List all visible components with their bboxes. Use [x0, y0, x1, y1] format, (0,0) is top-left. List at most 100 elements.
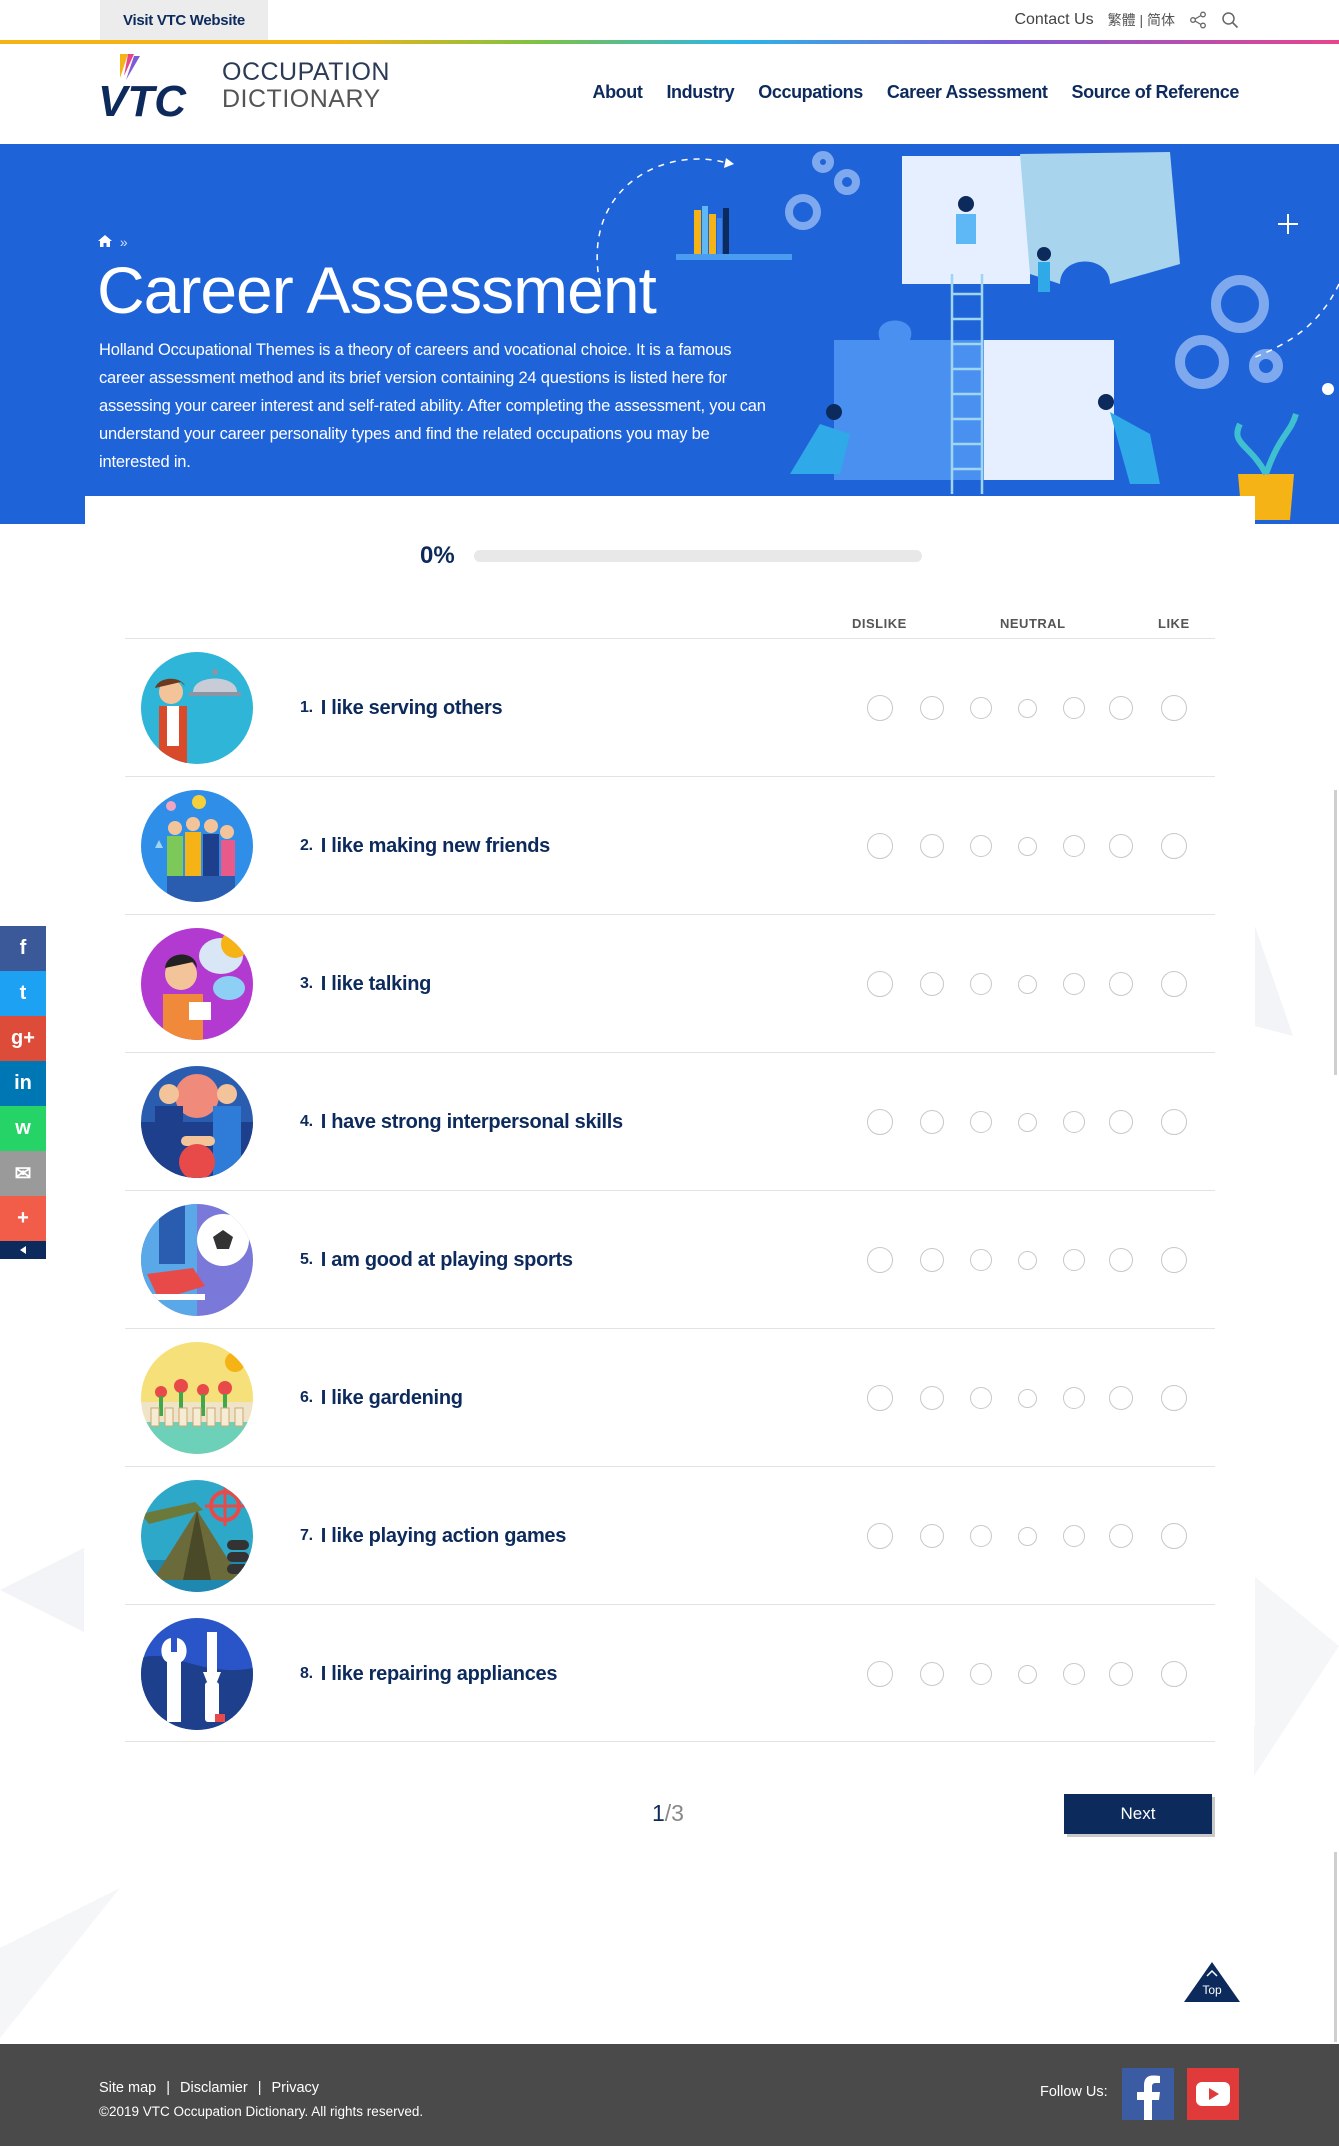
visit-vtc-website-link[interactable]: Visit VTC Website — [100, 0, 268, 40]
rating-radio-neutral[interactable] — [1017, 698, 1037, 718]
home-icon[interactable] — [98, 234, 116, 250]
rating-radio-dislike-slight[interactable] — [970, 973, 992, 995]
rating-radio-neutral[interactable] — [1017, 1388, 1037, 1408]
share-icon[interactable] — [1189, 11, 1207, 29]
rating-radio-like-slight[interactable] — [1063, 1663, 1085, 1685]
question-number: 2. — [300, 837, 313, 854]
footer-privacy-link[interactable]: Privacy — [271, 2080, 319, 2096]
rating-radio-like-strong[interactable] — [1161, 971, 1187, 997]
rating-radio-like-slight[interactable] — [1063, 973, 1085, 995]
google-plus-icon: g+ — [11, 1027, 35, 1049]
rating-radio-like-slight[interactable] — [1063, 1525, 1085, 1547]
rating-radio-dislike-strong[interactable] — [867, 1247, 893, 1273]
question-text: 8. I like repairing appliances — [300, 1605, 558, 1743]
rating-radio-neutral[interactable] — [1017, 836, 1037, 856]
rating-radio-dislike-strong[interactable] — [867, 695, 893, 721]
rating-radio-like-slight[interactable] — [1063, 1249, 1085, 1271]
rating-radio-like-strong[interactable] — [1161, 833, 1187, 859]
rating-radio-dislike[interactable] — [920, 834, 944, 858]
lang-traditional-link[interactable]: 繁體 — [1108, 12, 1136, 28]
rating-radio-like-slight[interactable] — [1063, 1111, 1085, 1133]
rating-radio-like-strong[interactable] — [1161, 1247, 1187, 1273]
rating-radio-like[interactable] — [1109, 1662, 1133, 1686]
rating-radio-like[interactable] — [1109, 972, 1133, 996]
rating-radio-like[interactable] — [1109, 1248, 1133, 1272]
whatsapp-icon: w — [15, 1117, 31, 1139]
rating-radio-dislike-slight[interactable] — [970, 1111, 992, 1133]
nav-about[interactable]: About — [592, 82, 642, 103]
rating-radio-like-slight[interactable] — [1063, 1387, 1085, 1409]
scrollbar-thumb[interactable] — [1334, 790, 1337, 1075]
youtube-follow-button[interactable] — [1187, 2068, 1239, 2120]
rating-radio-dislike[interactable] — [920, 696, 944, 720]
page-title: Career Assessment — [97, 253, 657, 327]
rating-radio-dislike[interactable] — [920, 1386, 944, 1410]
rating-radio-dislike[interactable] — [920, 1662, 944, 1686]
question-number: 3. — [300, 975, 313, 992]
share-email-button[interactable]: ✉ — [0, 1151, 46, 1196]
rating-radio-neutral[interactable] — [1017, 1664, 1037, 1684]
rating-radio-like-slight[interactable] — [1063, 697, 1085, 719]
rating-radio-dislike[interactable] — [920, 1524, 944, 1548]
rating-radio-dislike[interactable] — [920, 1110, 944, 1134]
rating-radio-like[interactable] — [1109, 696, 1133, 720]
share-facebook-button[interactable]: f — [0, 926, 46, 971]
rating-radio-like[interactable] — [1109, 1524, 1133, 1548]
lang-simplified-link[interactable]: 简体 — [1147, 12, 1175, 28]
back-to-top-label: Top — [1202, 1983, 1222, 1997]
rating-radio-like[interactable] — [1109, 834, 1133, 858]
rating-radio-dislike-strong[interactable] — [867, 833, 893, 859]
question-label: I have strong interpersonal skills — [320, 1110, 623, 1133]
rating-radio-neutral[interactable] — [1017, 1112, 1037, 1132]
rating-radio-neutral[interactable] — [1017, 1250, 1037, 1270]
page-total: /3 — [664, 1800, 684, 1826]
rating-radio-dislike-slight[interactable] — [970, 835, 992, 857]
scrollbar-thumb[interactable] — [1334, 1852, 1337, 2042]
rating-radio-neutral[interactable] — [1017, 1526, 1037, 1546]
share-twitter-button[interactable]: t — [0, 971, 46, 1016]
back-to-top-button[interactable]: Top — [1184, 1962, 1240, 2006]
rating-radio-like-strong[interactable] — [1161, 1109, 1187, 1135]
rating-radio-like-strong[interactable] — [1161, 1661, 1187, 1687]
nav-career-assessment[interactable]: Career Assessment — [887, 82, 1048, 103]
rating-radio-dislike-slight[interactable] — [970, 697, 992, 719]
rating-radio-dislike-strong[interactable] — [867, 971, 893, 997]
rating-radio-like[interactable] — [1109, 1386, 1133, 1410]
question-text: 6. I like gardening — [300, 1329, 463, 1467]
rating-radio-dislike[interactable] — [920, 1248, 944, 1272]
collapse-share-bar-button[interactable] — [0, 1241, 46, 1259]
share-more-button[interactable]: + — [0, 1196, 46, 1241]
rating-radio-dislike-strong[interactable] — [867, 1661, 893, 1687]
rating-radio-like-strong[interactable] — [1161, 1385, 1187, 1411]
rating-radio-dislike-strong[interactable] — [867, 1109, 893, 1135]
rating-radio-like-slight[interactable] — [1063, 835, 1085, 857]
rating-radio-dislike-strong[interactable] — [867, 1523, 893, 1549]
rating-radio-neutral[interactable] — [1017, 974, 1037, 994]
search-icon[interactable] — [1221, 11, 1239, 29]
rating-radio-like-strong[interactable] — [1161, 1523, 1187, 1549]
contact-us-link[interactable]: Contact Us — [1014, 11, 1093, 29]
facebook-follow-button[interactable] — [1122, 2068, 1174, 2120]
question-row-3: 3. I like talking — [125, 914, 1215, 1052]
nav-industry[interactable]: Industry — [666, 82, 734, 103]
share-whatsapp-button[interactable]: w — [0, 1106, 46, 1151]
footer-disclaimer-link[interactable]: Disclamier — [180, 2080, 248, 2096]
rating-scale-header: DISLIKE NEUTRAL LIKE — [0, 616, 1339, 636]
rating-radio-dislike-slight[interactable] — [970, 1525, 992, 1547]
rating-radio-dislike-slight[interactable] — [970, 1387, 992, 1409]
nav-source-of-reference[interactable]: Source of Reference — [1072, 82, 1240, 103]
top-utility-links: Contact Us 繁體 | 简体 — [1014, 0, 1239, 40]
site-logo[interactable]: VTC OCCUPATION DICTIONARY — [98, 50, 390, 122]
footer-sitemap-link[interactable]: Site map — [99, 2080, 156, 2096]
rating-radio-dislike[interactable] — [920, 972, 944, 996]
next-button[interactable]: Next — [1064, 1794, 1212, 1834]
rating-radio-like-strong[interactable] — [1161, 695, 1187, 721]
share-linkedin-button[interactable]: in — [0, 1061, 46, 1106]
rating-radio-dislike-slight[interactable] — [970, 1663, 992, 1685]
rating-radio-dislike-strong[interactable] — [867, 1385, 893, 1411]
rating-radio-dislike-slight[interactable] — [970, 1249, 992, 1271]
rating-radio-like[interactable] — [1109, 1110, 1133, 1134]
site-footer: Site map | Disclamier | Privacy ©2019 VTC Oc… — [0, 2044, 1339, 2146]
nav-occupations[interactable]: Occupations — [758, 82, 863, 103]
share-google-plus-button[interactable]: g+ — [0, 1016, 46, 1061]
